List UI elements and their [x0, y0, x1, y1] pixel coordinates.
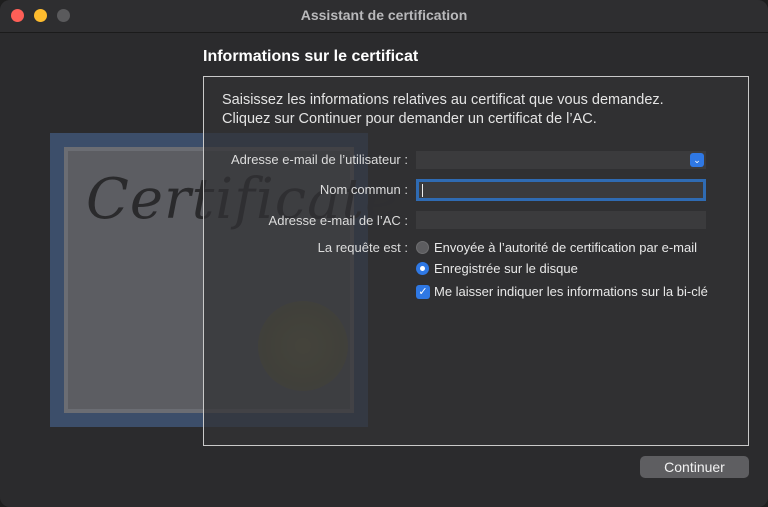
radio-save-to-disk[interactable]: [416, 262, 429, 275]
certificate-assistant-window: Assistant de certification Certificate I…: [0, 0, 768, 507]
common-name-input[interactable]: [416, 179, 706, 201]
title-bar: Assistant de certification: [0, 0, 768, 33]
keypair-checkbox-label[interactable]: Me laisser indiquer les informations sur…: [434, 284, 708, 299]
user-email-label: Adresse e-mail de l’utilisateur :: [230, 152, 408, 167]
user-email-combobox[interactable]: ⌄: [416, 151, 706, 169]
chevron-updown-icon[interactable]: ⌄: [690, 153, 704, 167]
ca-email-label: Adresse e-mail de l’AC :: [268, 213, 408, 228]
form-panel: Saisissez les informations relatives au …: [203, 76, 749, 446]
intro-line-1: Saisissez les informations relatives au …: [222, 92, 664, 108]
radio-send-by-email[interactable]: [416, 241, 429, 254]
checkmark-icon: ✓: [418, 286, 428, 298]
request-label: La requête est :: [317, 240, 408, 255]
common-name-label: Nom commun :: [319, 182, 408, 197]
keypair-checkbox[interactable]: ✓: [416, 285, 430, 299]
radio-send-by-email-label[interactable]: Envoyée à l’autorité de certification pa…: [434, 240, 697, 255]
text-caret: [422, 184, 423, 197]
intro-text: Saisissez les informations relatives au …: [222, 91, 664, 129]
continue-button[interactable]: Continuer: [640, 456, 749, 478]
radio-save-to-disk-label[interactable]: Enregistrée sur le disque: [434, 261, 578, 276]
window-content: Certificate Informations sur le certific…: [0, 33, 768, 507]
ca-email-input[interactable]: [416, 211, 706, 229]
section-title: Informations sur le certificat: [203, 48, 419, 65]
intro-line-2: Cliquez sur Continuer pour demander un c…: [222, 111, 597, 127]
window-title: Assistant de certification: [300, 7, 468, 23]
